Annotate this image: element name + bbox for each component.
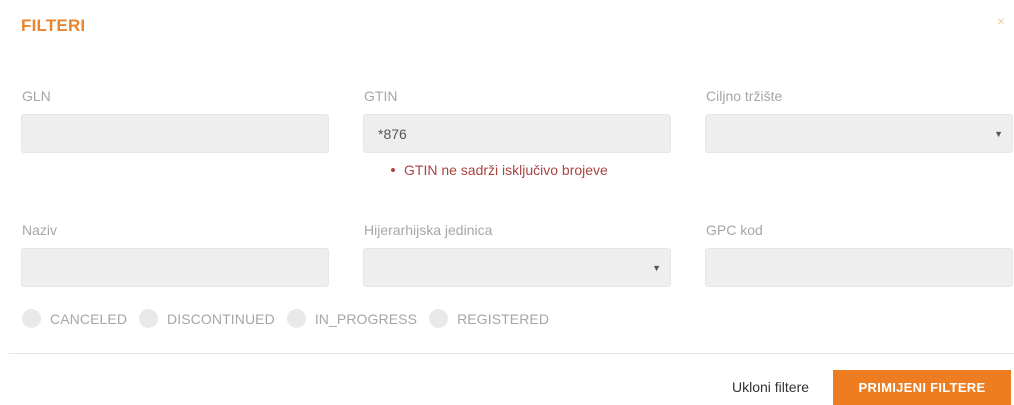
status-option-in-progress[interactable]: IN_PROGRESS	[286, 309, 418, 328]
status-option-registered[interactable]: REGISTERED	[429, 309, 549, 328]
radio-icon[interactable]	[286, 309, 306, 328]
status-label: REGISTERED	[457, 310, 550, 327]
close-icon[interactable]: ×	[997, 14, 1005, 28]
gtin-input[interactable]: *876	[363, 114, 671, 153]
footer-divider	[9, 353, 1014, 354]
target-market-select[interactable]: ▼	[705, 114, 1013, 153]
filters-modal: FILTERI × GLN GTIN *876 GTIN ne sadrži i…	[0, 0, 1014, 405]
gln-input[interactable]	[21, 114, 329, 153]
status-radio-group: CANCELED DISCONTINUED IN_PROGRESS REGIST…	[22, 309, 561, 328]
gln-label: GLN	[22, 88, 51, 104]
apply-filters-button[interactable]: PRIMIJENI FILTERE	[833, 370, 1011, 405]
radio-icon[interactable]	[139, 309, 159, 328]
target-market-label: Ciljno tržište	[706, 88, 783, 104]
gtin-label: GTIN	[364, 88, 398, 104]
clear-filters-link[interactable]: Ukloni filtere	[732, 379, 809, 395]
status-label: DISCONTINUED	[167, 310, 275, 327]
gpc-code-label: GPC kod	[706, 222, 763, 238]
gpc-code-input[interactable]	[705, 248, 1013, 287]
radio-icon[interactable]	[429, 309, 449, 328]
hierarchy-unit-label: Hijerarhijska jedinica	[364, 222, 493, 238]
status-option-canceled[interactable]: CANCELED	[22, 309, 127, 328]
chevron-down-icon: ▼	[994, 129, 1003, 139]
hierarchy-unit-select[interactable]: ▼	[363, 248, 671, 287]
status-label: CANCELED	[50, 310, 128, 327]
name-label: Naziv	[22, 222, 58, 238]
gtin-error-message: GTIN ne sadrži isključivo brojeve	[391, 162, 608, 178]
radio-icon[interactable]	[22, 309, 41, 328]
gtin-error-text: GTIN ne sadrži isključivo brojeve	[404, 162, 608, 178]
error-bullet-icon	[391, 168, 395, 173]
status-option-discontinued[interactable]: DISCONTINUED	[139, 309, 275, 328]
name-input[interactable]	[21, 248, 329, 287]
status-label: IN_PROGRESS	[314, 310, 418, 327]
modal-title: FILTERI	[21, 16, 86, 35]
chevron-down-icon: ▼	[652, 263, 661, 273]
